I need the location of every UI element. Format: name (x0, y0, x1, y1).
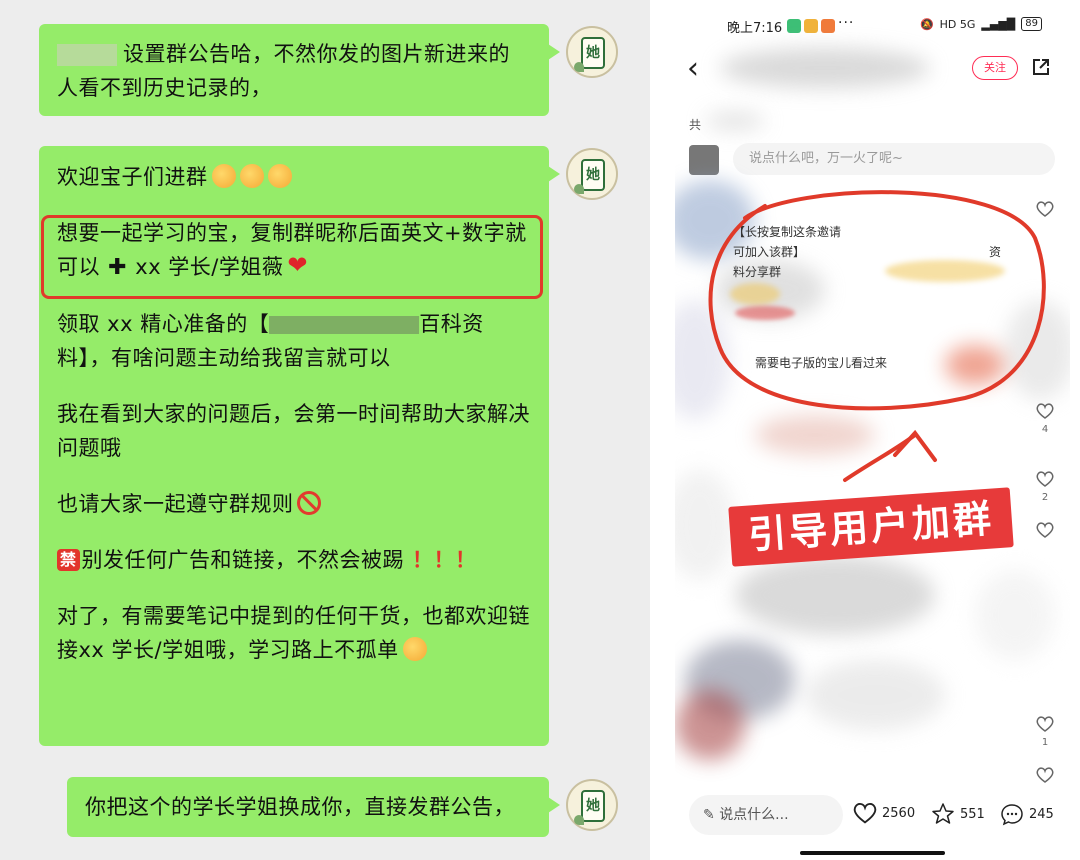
bottom-comment-input[interactable]: ✎ 说点什么... (689, 795, 843, 835)
annotation-circle (708, 190, 1046, 411)
comment-total-label: 共 (689, 118, 702, 132)
home-indicator[interactable] (800, 851, 945, 855)
like-heart-icon[interactable] (1036, 522, 1054, 538)
signal-icon: ▂▄▆█ (981, 17, 1016, 31)
bottom-action-bar: ✎ 说点什么... 2560 551 245 (675, 790, 1070, 840)
comment-input[interactable]: 说点什么吧，万一火了呢~ (733, 143, 1055, 175)
smiling-face-hearts-icon (239, 164, 264, 188)
back-chevron-icon[interactable]: ‹ (687, 54, 699, 84)
chat-bubble-3[interactable]: 你把这个的学长学姐换成你，直接发群公告， (67, 777, 560, 837)
like-heart-icon[interactable] (1036, 716, 1054, 732)
like-stat[interactable]: 2560 (853, 802, 915, 824)
app-notification-icon (821, 19, 835, 33)
battery-icon: 89 (1021, 17, 1042, 31)
chat-panel: 设置群公告哈，不然你发的图片新进来的人看不到历史记录的， 她 欢迎宝子们进群 想… (0, 0, 650, 860)
hugging-face-icon (402, 637, 427, 661)
sprout-icon (574, 62, 584, 72)
share-icon[interactable] (1031, 57, 1051, 77)
mahjong-tile-icon: 她 (581, 159, 605, 191)
highlight-box (41, 215, 543, 299)
smiling-face-hearts-icon (211, 164, 236, 188)
like-count: 1 (1041, 737, 1049, 748)
status-bar: 晚上7:16 ··· 🔕 HD 5G ▂▄▆█ 89 (675, 14, 1070, 38)
welcome-text: 欢迎宝子们进群 (57, 165, 208, 189)
sprout-icon (574, 184, 584, 194)
avatar[interactable]: 她 (566, 779, 618, 831)
blurred-user-avatar (689, 145, 719, 175)
blur-smear (735, 555, 935, 635)
avatar[interactable]: 她 (566, 148, 618, 200)
msg2-para3: 领取 xx 精心准备的【 百科资料】，有啥问题主动给我留言就可以 (57, 307, 531, 375)
blurred-count (705, 112, 765, 130)
star-icon (932, 803, 954, 824)
msg2-para6: 禁别发任何广告和链接，不然会被踢 ！！！ (57, 543, 531, 577)
comment-stat[interactable]: 245 (1000, 802, 1054, 826)
msg3-text: 你把这个的学长学姐换成你，直接发群公告， (85, 795, 515, 819)
comment-total: 245 (1029, 806, 1054, 822)
redacted-block (57, 44, 117, 66)
network-indicator: HD 5G (939, 17, 976, 31)
follow-button[interactable]: 关注 (972, 56, 1018, 80)
blurred-author (720, 48, 930, 88)
chat-bubble-1[interactable]: 设置群公告哈，不然你发的图片新进来的人看不到历史记录的， (39, 24, 560, 116)
prohibited-icon (296, 491, 321, 515)
blur-smear (975, 570, 1055, 660)
redacted-block (269, 316, 420, 334)
blur-smear (675, 470, 735, 580)
heart-icon (853, 803, 877, 824)
like-count: 4 (1041, 424, 1049, 435)
closing-text: 对了，有需要笔记中提到的任何干货，也都欢迎链接xx 学长/学姐哦，学习路上不孤单 (57, 604, 530, 662)
mute-icon: 🔕 (919, 17, 934, 31)
sprout-icon (574, 815, 584, 825)
blur-smear (805, 660, 945, 730)
like-heart-icon[interactable] (1036, 471, 1054, 487)
ban-icon: 禁 (57, 549, 80, 571)
phone-screen: 晚上7:16 ··· 🔕 HD 5G ▂▄▆█ 89 ‹ 关注 共 说点什么吧，… (675, 0, 1070, 860)
status-indicators: 🔕 HD 5G ▂▄▆█ 89 (920, 17, 1042, 31)
more-notifications-icon: ··· (838, 15, 855, 31)
like-total: 2560 (882, 805, 916, 821)
blur-smear (675, 690, 745, 760)
collect-total: 551 (960, 806, 985, 822)
rules-text: 也请大家一起遵守群规则 (57, 492, 294, 516)
pencil-icon: ✎ (703, 807, 715, 823)
smiling-face-hearts-icon (267, 164, 292, 188)
app-notification-icon (787, 19, 801, 33)
msg2-para4: 我在看到大家的问题后，会第一时间帮助大家解决问题哦 (57, 402, 530, 460)
collect-stat[interactable]: 551 (931, 802, 985, 826)
app-notification-icon (804, 19, 818, 33)
exclamation-icon: ！！！ (412, 548, 477, 572)
msg2-para7: 对了，有需要笔记中提到的任何干货，也都欢迎链接xx 学长/学姐哦，学习路上不孤单 (57, 599, 531, 667)
msg2-para1: 欢迎宝子们进群 (57, 160, 531, 194)
msg2-para5: 也请大家一起遵守群规则 (57, 487, 531, 521)
bottom-input-label: 说点什么... (719, 807, 789, 823)
resource-text-a: 领取 xx 精心准备的【 (57, 312, 270, 336)
annotation-arrow (843, 429, 937, 482)
chat-bubble-1-text: 设置群公告哈，不然你发的图片新进来的人看不到历史记录的， (57, 37, 531, 105)
like-heart-icon[interactable] (1036, 201, 1054, 217)
comment-bubble-icon (1001, 804, 1023, 826)
msg1-text: 设置群公告哈，不然你发的图片新进来的人看不到历史记录的， (57, 42, 510, 100)
like-count: 2 (1041, 492, 1049, 503)
like-heart-icon[interactable] (1036, 403, 1054, 419)
status-time: 晚上7:16 (727, 21, 783, 36)
mahjong-tile-icon: 她 (581, 790, 605, 822)
like-heart-icon[interactable] (1036, 767, 1054, 783)
guide-banner: 引导用户加群 (728, 487, 1014, 567)
no-ads-text: 别发任何广告和链接，不然会被踢 (81, 548, 405, 572)
avatar[interactable]: 她 (566, 26, 618, 78)
mahjong-tile-icon: 她 (581, 37, 605, 69)
